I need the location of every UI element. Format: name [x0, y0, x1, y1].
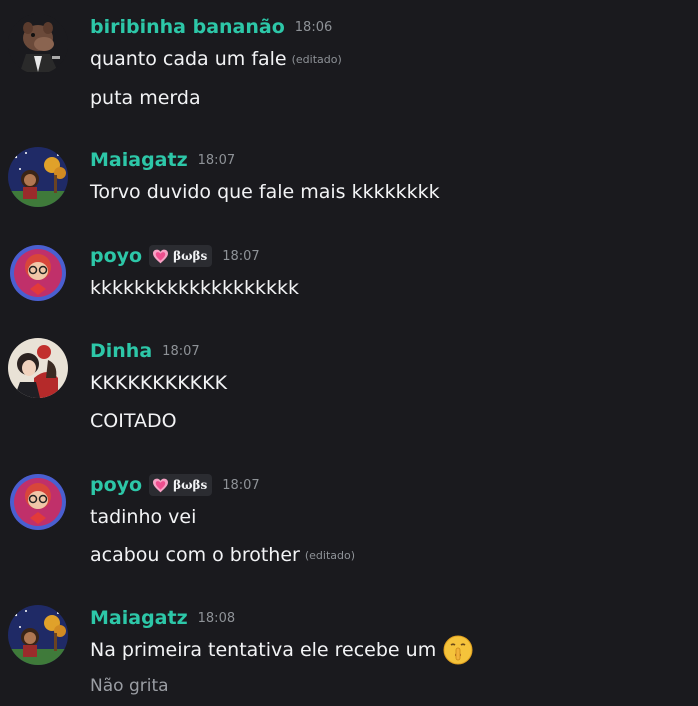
message-line: COITADO [90, 410, 177, 432]
timestamp[interactable]: 18:08 [198, 611, 235, 626]
message-text: Na primeira tentativa ele recebe um [90, 639, 437, 661]
server-tag-label: βωβs [173, 249, 208, 263]
message-text: Torvo duvido que fale mais kkkkkkkk [90, 181, 440, 203]
message-header: poyo βωβs 18:07 [90, 474, 260, 496]
message-line: KKKKKKKKKKK [90, 372, 227, 394]
message-header: biribinha bananão 18:06 [90, 16, 332, 38]
avatar[interactable] [8, 605, 68, 665]
server-tag[interactable]: βωβs [149, 245, 213, 267]
shushing-face-emoji-icon[interactable] [442, 634, 474, 666]
message-header: Dinha 18:07 [90, 340, 200, 362]
message-line: Torvo duvido que fale mais kkkkkkkk [90, 181, 440, 203]
timestamp[interactable]: 18:06 [295, 20, 332, 35]
message-header: Maiagatz 18:08 [90, 607, 235, 629]
message-text: acabou com o brother [90, 544, 300, 566]
username[interactable]: Maiagatz [90, 607, 188, 629]
server-tag-label: βωβs [173, 478, 208, 492]
message-text: puta merda [90, 87, 201, 109]
message-text: tadinho vei [90, 506, 197, 528]
avatar[interactable] [8, 338, 68, 398]
message-line: tadinho vei [90, 506, 196, 528]
message-text: Não grita [90, 676, 169, 696]
message-text: quanto cada um fale [90, 48, 287, 70]
message-line: Na primeira tentativa ele recebe um [90, 634, 474, 666]
message-line: kkkkkkkkkkkkkkkkkkk [90, 277, 299, 299]
heart-icon [153, 249, 169, 263]
heart-icon [153, 478, 169, 492]
username[interactable]: Dinha [90, 340, 152, 362]
message-line: puta merda [90, 87, 201, 109]
message-text: kkkkkkkkkkkkkkkkkkk [90, 277, 300, 299]
avatar[interactable] [8, 14, 68, 74]
message-line: Não grita [90, 676, 169, 696]
username[interactable]: Maiagatz [90, 149, 188, 171]
edited-label: (editado) [304, 548, 356, 562]
server-tag[interactable]: βωβs [149, 474, 213, 496]
timestamp[interactable]: 18:07 [222, 249, 259, 264]
message-line: acabou com o brother (editado) [90, 544, 355, 566]
message-header: Maiagatz 18:07 [90, 149, 235, 171]
message-text: KKKKKKKKKKK [90, 372, 228, 394]
username[interactable]: poyo [90, 474, 142, 496]
avatar[interactable] [8, 243, 68, 303]
message-text: COITADO [90, 410, 177, 432]
avatar[interactable] [8, 147, 68, 207]
username[interactable]: poyo [90, 245, 142, 267]
timestamp[interactable]: 18:07 [222, 478, 259, 493]
message-header: poyo βωβs 18:07 [90, 245, 260, 267]
timestamp[interactable]: 18:07 [198, 153, 235, 168]
edited-label: (editado) [291, 52, 342, 66]
message-line: quanto cada um fale (editado) [90, 48, 342, 70]
timestamp[interactable]: 18:07 [162, 344, 199, 359]
username[interactable]: biribinha bananão [90, 16, 285, 38]
avatar[interactable] [8, 472, 68, 532]
